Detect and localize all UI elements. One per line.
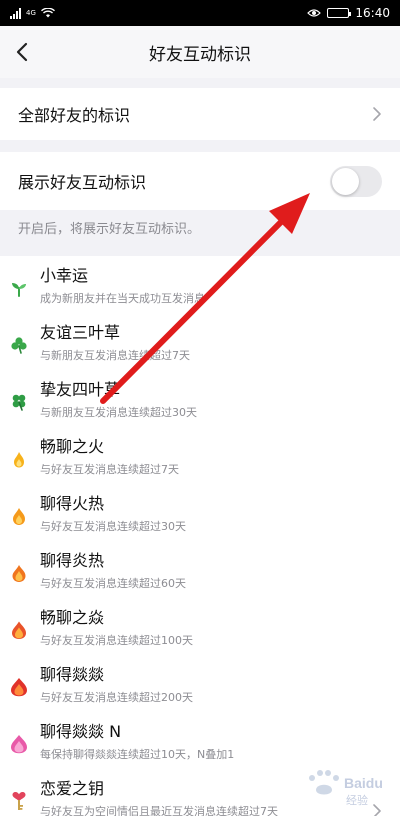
flame-icon <box>13 508 25 525</box>
battery-icon <box>327 8 352 18</box>
all-friends-badges-row[interactable]: 全部好友的标识 <box>0 88 400 140</box>
badge-list-item: 小幸运 成为新朋友并在当天成功互发消息 <box>0 256 400 313</box>
all-friends-badges-label: 全部好友的标识 <box>18 106 131 125</box>
clock: 16:40 <box>355 6 390 20</box>
wifi-icon <box>40 8 55 18</box>
back-button[interactable] <box>6 36 38 68</box>
key-heart-icon <box>12 792 26 810</box>
toggle-knob <box>332 167 359 195</box>
sprout-icon <box>12 283 26 297</box>
badge-title: 聊得火热 <box>40 494 105 513</box>
double-flame-icon <box>12 565 26 582</box>
four-leaf-clover-icon <box>12 394 26 411</box>
badge-description: 与好友互发消息连续超过60天 <box>40 577 186 590</box>
badge-list-item: 聊得火热 与好友互发消息连续超过30天 <box>0 484 400 541</box>
badge-list-item: 聊得燚燚 与好友互发消息连续超过200天 <box>0 655 400 712</box>
badge-list-item: 聊得炎热 与好友互发消息连续超过60天 <box>0 541 400 598</box>
badge-description: 与新朋友互发消息连续超过7天 <box>40 349 190 362</box>
small-flame-icon <box>14 452 24 468</box>
badge-title: 恋爱之钥 <box>40 779 105 798</box>
badge-title: 畅聊之火 <box>40 437 105 456</box>
three-leaf-clover-icon <box>11 337 27 354</box>
eye-icon <box>307 9 322 17</box>
badge-list-item: 畅聊之火 与好友互发消息连续超过7天 <box>0 427 400 484</box>
badge-title: 畅聊之焱 <box>40 608 105 627</box>
chevron-right-icon <box>373 107 381 121</box>
badge-title: 挚友四叶草 <box>40 380 121 399</box>
cell-signal-icon <box>10 7 21 19</box>
badge-title: 聊得燚燚 N <box>40 722 122 741</box>
badge-description: 与好友互发消息连续超过7天 <box>40 463 179 476</box>
pink-flame-icon <box>11 735 27 754</box>
badge-description: 与好友互发消息连续超过200天 <box>40 691 193 704</box>
badge-description: 成为新朋友并在当天成功互发消息 <box>40 292 205 305</box>
badge-title: 聊得燚燚 <box>40 665 105 684</box>
chevron-left-icon <box>16 42 28 62</box>
big-flame-icon <box>11 678 27 697</box>
svg-text:经验: 经验 <box>346 793 368 807</box>
show-badges-row: 展示好友互动标识 <box>0 152 400 210</box>
status-bar: 4G 16:40 <box>0 0 400 26</box>
page-title: 好友互动标识 <box>149 44 251 65</box>
svg-text:Baidu: Baidu <box>344 775 383 791</box>
show-badges-label: 展示好友互动标识 <box>18 173 147 192</box>
badge-list: 小幸运 成为新朋友并在当天成功互发消息 友谊三叶草 与新朋友互发消息连续超过7天… <box>0 256 400 816</box>
baidu-watermark-logo: Baidu 经验 <box>309 770 383 807</box>
badge-description: 与好友互发消息连续超过30天 <box>40 520 186 533</box>
network-type: 4G <box>26 8 36 17</box>
badge-list-item: 友谊三叶草 与新朋友互发消息连续超过7天 <box>0 313 400 370</box>
badge-title: 友谊三叶草 <box>40 323 121 342</box>
toggle-hint-text: 开启后，将展示好友互动标识。 <box>18 222 201 237</box>
badge-description: 与新朋友互发消息连续超过30天 <box>40 406 197 419</box>
nav-bar: 好友互动标识 <box>0 26 400 78</box>
badge-list-item: 挚友四叶草 与新朋友互发消息连续超过30天 <box>0 370 400 427</box>
show-badges-toggle[interactable] <box>330 165 382 197</box>
triple-flame-icon <box>12 621 26 639</box>
badge-title: 小幸运 <box>40 266 89 285</box>
badge-description: 与好友互为空间情侣且最近互发消息连续超过7天 <box>40 805 278 816</box>
badge-list-item: 畅聊之焱 与好友互发消息连续超过100天 <box>0 598 400 655</box>
badge-title: 聊得炎热 <box>40 551 105 570</box>
badge-description: 每保持聊得燚燚连续超过10天，N叠加1 <box>40 748 235 761</box>
badge-description: 与好友互发消息连续超过100天 <box>40 634 193 647</box>
